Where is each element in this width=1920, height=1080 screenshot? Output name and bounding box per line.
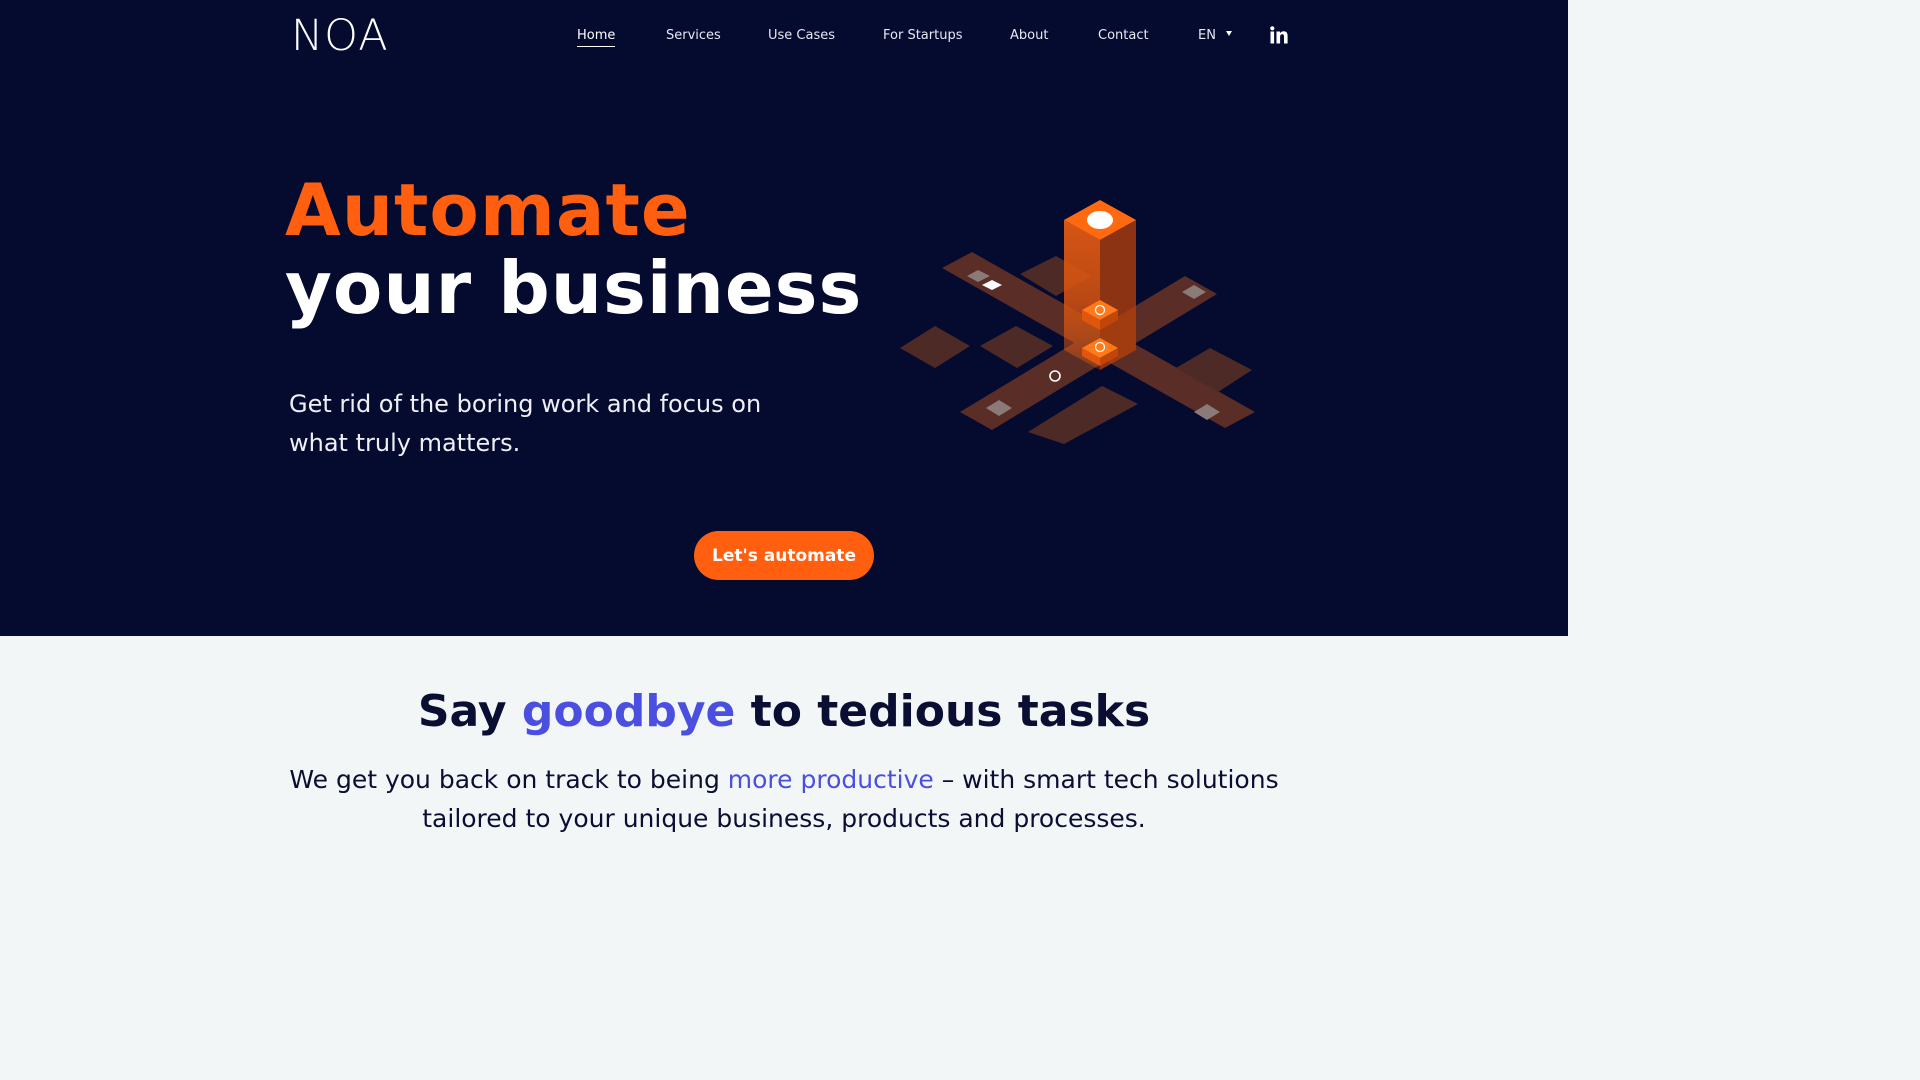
nav-link-services[interactable]: Services	[666, 27, 721, 44]
isometric-automation-platform-icon	[900, 200, 1255, 444]
intro-title-part1: Say	[417, 686, 522, 737]
nav-link-contact[interactable]: Contact	[1098, 27, 1149, 44]
intro-text-part2: – with smart tech solutions	[933, 765, 1279, 794]
language-selector[interactable]: EN	[1198, 27, 1232, 44]
hero-subtitle: Get rid of the boring work and focus on …	[289, 385, 809, 463]
hero-title-automate: Automate	[285, 168, 691, 252]
language-label: EN	[1198, 28, 1216, 43]
hero-subtitle-line2: what truly matters.	[289, 429, 521, 457]
linkedin-icon[interactable]	[1270, 26, 1288, 44]
caret-down-icon	[1225, 31, 1232, 36]
lets-automate-button[interactable]: Let's automate	[694, 531, 874, 580]
nav-link-for-startups[interactable]: For Startups	[883, 27, 962, 44]
intro-title-accent: goodbye	[521, 686, 736, 737]
intro-text-part1: We get you back on track to being	[289, 765, 728, 794]
nav-link-home[interactable]: Home	[577, 27, 616, 47]
nav-link-use-cases[interactable]: Use Cases	[768, 27, 835, 44]
intro-text: We get you back on track to being more p…	[0, 760, 1568, 838]
intro-title-part2: to tedious tasks	[735, 686, 1151, 737]
noa-logo[interactable]: NOA	[291, 14, 389, 58]
hero-section: NOA Home Services Use Cases For Startups…	[0, 0, 1568, 636]
nav-link-about[interactable]: About	[1010, 27, 1048, 44]
hero-subtitle-line1: Get rid of the boring work and focus on	[289, 390, 762, 418]
hero-title-your-business: your business	[285, 246, 863, 330]
intro-text-accent: more productive	[727, 765, 934, 794]
intro-text-line2: tailored to your unique business, produc…	[422, 804, 1146, 833]
intro-title: Say goodbye to tedious tasks	[0, 684, 1568, 740]
